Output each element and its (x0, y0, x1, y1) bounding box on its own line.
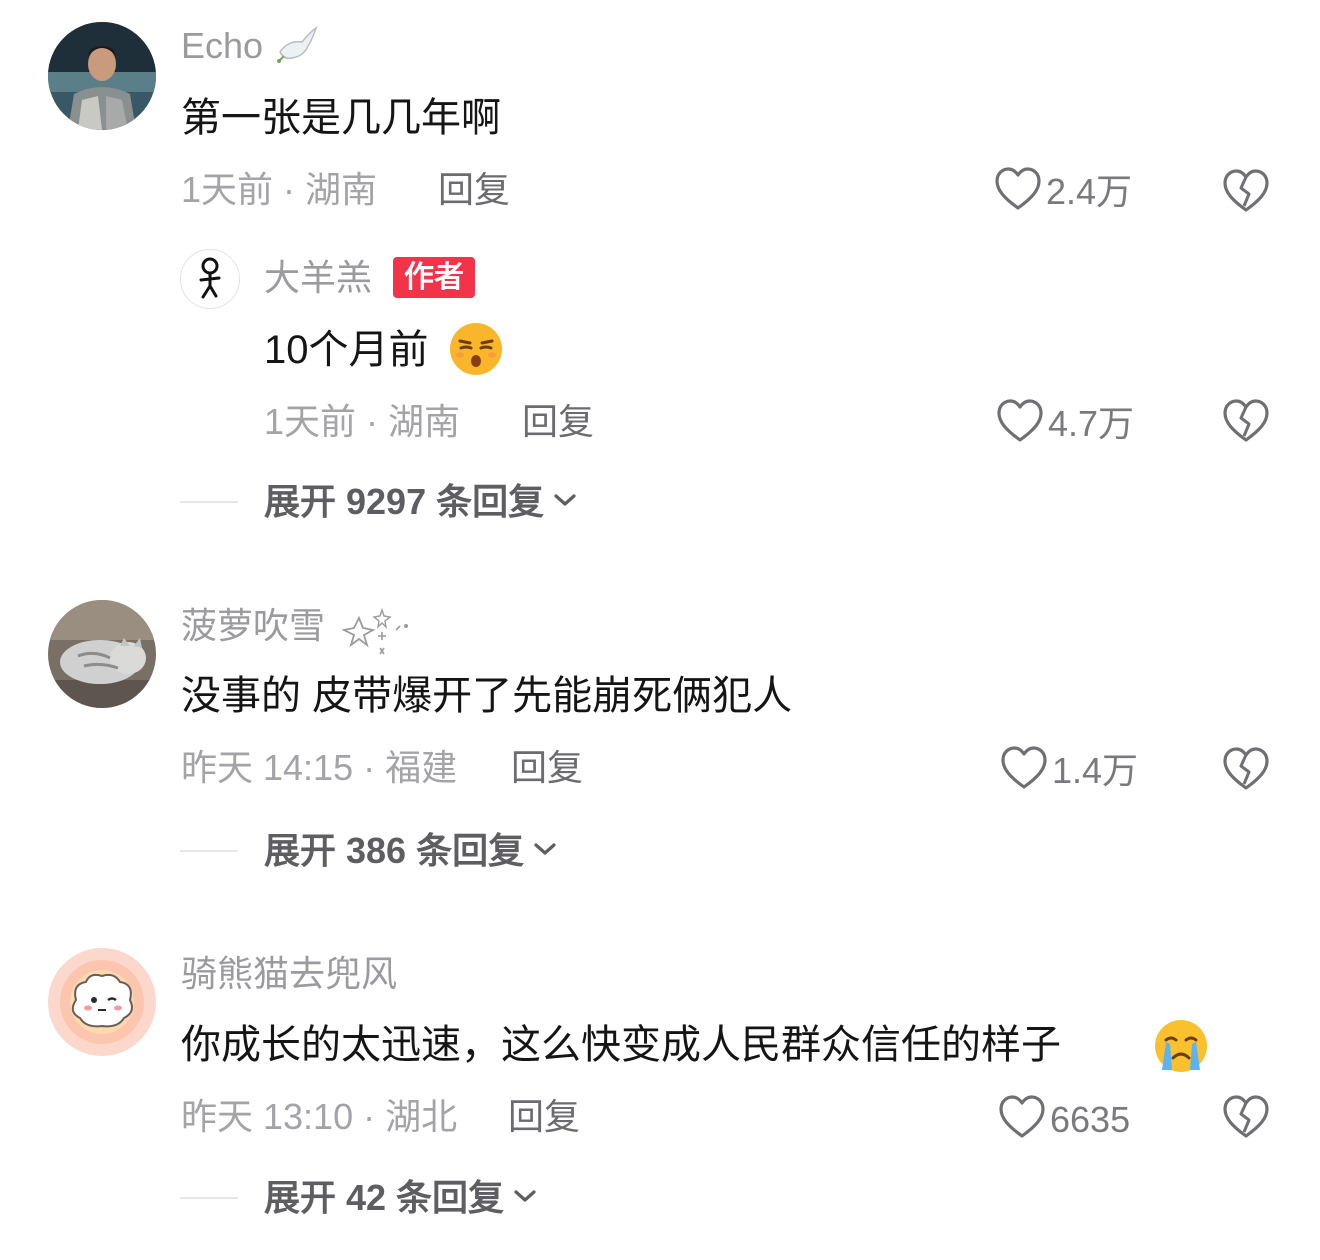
broken-heart-icon (1222, 169, 1270, 218)
avatar[interactable] (48, 22, 156, 130)
dislike-button[interactable] (1222, 168, 1270, 219)
sparkle-stars-icon (340, 604, 416, 663)
reply-button[interactable]: 回复 (438, 172, 510, 208)
chevron-down-icon (544, 491, 578, 514)
broken-heart-icon (1222, 399, 1270, 448)
chevron-down-icon (504, 1187, 538, 1210)
reply-meta: 1天前 · 湖南 (264, 401, 461, 442)
expand-label: 展开 42 条回复 (264, 1177, 505, 1218)
expand-replies-button[interactable]: 展开 9297 条回复 (180, 484, 578, 520)
comment-meta: 昨天 14:15 · 福建 (181, 747, 458, 788)
broken-heart-icon (1222, 1095, 1270, 1144)
comment-text: 第一张是几几年啊 (181, 96, 501, 140)
dislike-button[interactable] (1222, 746, 1270, 797)
crying-face-emoji-icon (1150, 1018, 1212, 1079)
like-count: 6635 (1050, 1098, 1131, 1140)
comment-text: 你成长的太迅速，这么快变成人民群众信任的样子 (181, 1023, 1061, 1067)
smug-face-emoji-icon (446, 321, 506, 382)
divider (180, 501, 238, 503)
reply-button[interactable]: 回复 (508, 1099, 580, 1135)
like-button[interactable]: 4.7万 (996, 398, 1134, 449)
reply-text: 10个月前 (264, 328, 429, 372)
expand-replies-button[interactable]: 展开 42 条回复 (180, 1180, 538, 1216)
dove-icon (274, 22, 320, 73)
expand-replies-button[interactable]: 展开 386 条回复 (180, 833, 558, 869)
broken-heart-icon (1222, 747, 1270, 796)
like-button[interactable]: 2.4万 (994, 166, 1132, 217)
dislike-button[interactable] (1222, 398, 1270, 449)
username[interactable]: 菠萝吹雪 (181, 608, 325, 644)
comment-text: 没事的 皮带爆开了先能崩死俩犯人 (181, 674, 793, 718)
username[interactable]: Echo (181, 28, 263, 64)
expand-label: 展开 386 条回复 (264, 830, 525, 871)
dislike-button[interactable] (1222, 1094, 1270, 1145)
username[interactable]: 骑熊猫去兜风 (181, 956, 397, 992)
chevron-down-icon (524, 840, 558, 863)
avatar[interactable] (48, 948, 156, 1056)
comment-meta: 1天前 · 湖南 (181, 169, 378, 210)
heart-icon (1000, 745, 1048, 796)
divider (180, 1197, 238, 1199)
like-button[interactable]: 6635 (998, 1094, 1130, 1145)
avatar[interactable] (180, 249, 240, 309)
avatar[interactable] (48, 600, 156, 708)
heart-icon (994, 166, 1042, 217)
like-count: 4.7万 (1048, 402, 1135, 444)
heart-icon (998, 1094, 1046, 1145)
divider (180, 850, 238, 852)
reply-button[interactable]: 回复 (522, 404, 594, 440)
reply-button[interactable]: 回复 (511, 750, 583, 786)
like-count: 2.4万 (1046, 170, 1133, 212)
comment-meta: 昨天 13:10 · 湖北 (181, 1096, 458, 1137)
like-count: 1.4万 (1052, 749, 1139, 791)
heart-icon (996, 398, 1044, 449)
author-badge: 作者 (393, 257, 475, 298)
expand-label: 展开 9297 条回复 (264, 481, 545, 522)
username[interactable]: 大羊羔 (264, 260, 372, 296)
like-button[interactable]: 1.4万 (1000, 745, 1138, 796)
